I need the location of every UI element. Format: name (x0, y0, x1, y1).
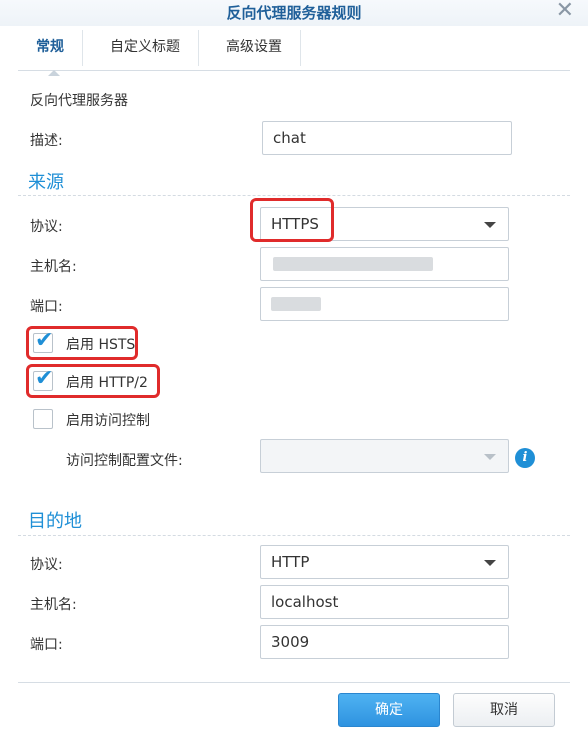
chevron-down-icon (484, 222, 496, 228)
tab-bar: 常规 自定义标题 高级设置 (18, 30, 570, 76)
highlight-box-protocol (250, 198, 334, 242)
source-port-input[interactable] (260, 287, 509, 321)
tab-advanced-settings[interactable]: 高级设置 (208, 30, 301, 66)
highlight-box-http2 (26, 364, 160, 398)
access-control-label: 启用访问控制 (66, 413, 150, 429)
redacted-hostname (273, 257, 433, 271)
highlight-box-hsts (26, 326, 138, 360)
info-icon[interactable]: i (515, 448, 535, 468)
source-protocol-label: 协议: (30, 219, 63, 235)
destination-protocol-value: HTTP (271, 553, 310, 571)
access-profile-select[interactable] (260, 439, 509, 473)
destination-port-input[interactable]: 3009 (260, 625, 509, 659)
source-divider (18, 195, 570, 196)
chevron-down-icon (484, 454, 496, 460)
description-input[interactable]: chat (262, 121, 512, 155)
source-port-label: 端口: (30, 299, 63, 315)
access-control-checkbox[interactable] (33, 409, 53, 429)
tab-general[interactable]: 常规 (18, 30, 83, 66)
description-label: 描述: (30, 133, 63, 149)
chevron-down-icon (484, 560, 496, 566)
destination-hostname-input[interactable]: localhost (260, 585, 509, 619)
close-icon[interactable]: ✕ (556, 0, 574, 22)
redacted-port (271, 297, 321, 311)
destination-heading: 目的地 (28, 511, 82, 532)
source-hostname-label: 主机名: (30, 259, 77, 275)
ok-button[interactable]: 确定 (338, 693, 440, 727)
access-profile-label: 访问控制配置文件: (66, 453, 183, 469)
destination-hostname-label: 主机名: (30, 597, 77, 613)
dialog-titlebar: 反向代理服务器规则 ✕ (0, 0, 588, 26)
source-heading: 来源 (28, 172, 64, 193)
destination-protocol-label: 协议: (30, 557, 63, 573)
reverse-proxy-heading: 反向代理服务器 (30, 93, 128, 109)
footer-divider (18, 682, 570, 683)
dialog-title: 反向代理服务器规则 (226, 4, 362, 22)
source-hostname-input[interactable] (260, 247, 509, 281)
destination-divider (18, 535, 570, 536)
destination-port-label: 端口: (30, 637, 63, 653)
tab-custom-headers[interactable]: 自定义标题 (92, 30, 199, 66)
active-tab-indicator (48, 70, 60, 76)
cancel-button[interactable]: 取消 (453, 693, 555, 727)
destination-protocol-select[interactable]: HTTP (260, 545, 509, 579)
